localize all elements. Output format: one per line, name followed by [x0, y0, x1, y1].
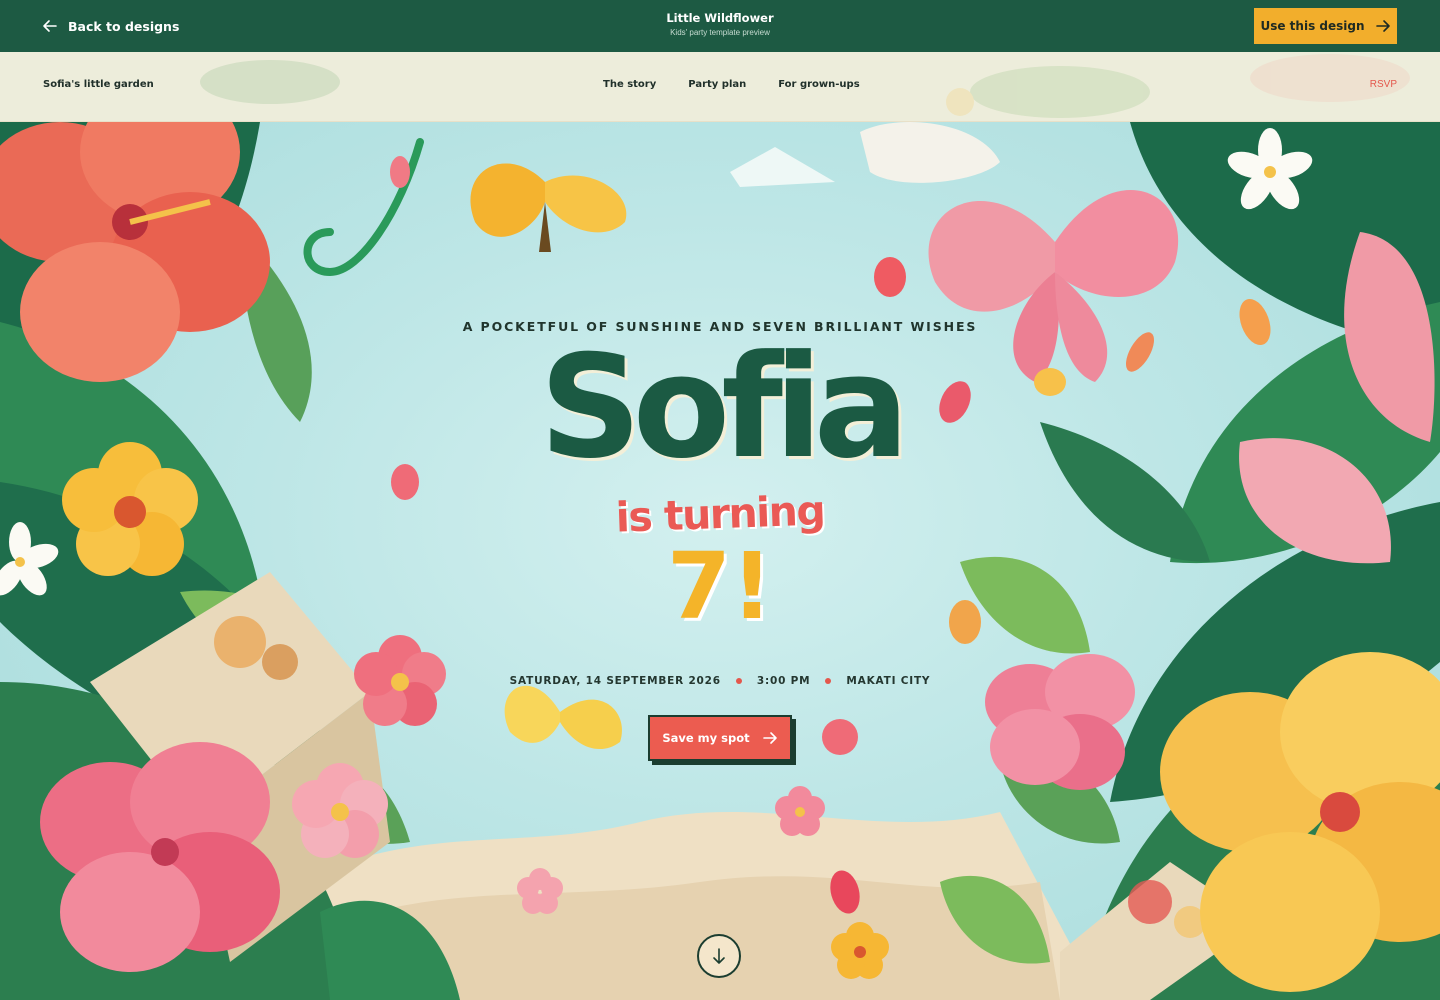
arrow-down-icon — [713, 948, 725, 964]
scroll-down-button[interactable] — [697, 934, 741, 978]
template-title: Little Wildflower — [666, 11, 774, 25]
hero-section: A POCKETFUL OF SUNSHINE AND SEVEN BRILLI… — [0, 122, 1440, 1000]
template-title-block: Little Wildflower Kids' party template p… — [570, 11, 870, 37]
back-label: Back to designs — [68, 18, 180, 34]
hero-age: 7! — [667, 533, 773, 640]
site-nav-links: The story Party plan For grown-ups — [603, 79, 860, 90]
event-location: MAKATI CITY — [846, 675, 931, 687]
separator-dot-icon — [825, 678, 832, 684]
hero-child-name: Sofia — [539, 325, 909, 490]
arrow-right-icon — [1375, 20, 1390, 32]
event-date: SATURDAY, 14 SEPTEMBER 2026 — [509, 675, 721, 687]
arrow-right-icon — [762, 732, 777, 744]
template-preview-bar: Back to designs Little Wildflower Kids' … — [0, 0, 1440, 52]
use-design-label: Use this design — [1260, 19, 1365, 33]
back-to-designs-link[interactable]: Back to designs — [42, 0, 179, 52]
nav-link-for-grown-ups[interactable]: For grown-ups — [778, 79, 859, 90]
nav-rsvp-link[interactable]: RSVP — [1370, 79, 1397, 90]
save-my-spot-button[interactable]: Save my spot — [648, 715, 792, 761]
template-subtitle: Kids' party template preview — [670, 28, 770, 37]
nav-link-party-plan[interactable]: Party plan — [688, 79, 746, 90]
event-details: SATURDAY, 14 SEPTEMBER 2026 3:00 PM MAKA… — [420, 675, 1020, 687]
event-time: 3:00 PM — [756, 675, 811, 687]
site-brand[interactable]: Sofia's little garden — [43, 79, 154, 90]
cta-label: Save my spot — [662, 731, 750, 745]
arrow-left-icon — [43, 20, 57, 32]
use-this-design-button[interactable]: Use this design — [1254, 8, 1397, 44]
separator-dot-icon — [735, 678, 742, 684]
site-nav: Sofia's little garden The story Party pl… — [0, 52, 1440, 122]
nav-link-the-story[interactable]: The story — [603, 79, 656, 90]
